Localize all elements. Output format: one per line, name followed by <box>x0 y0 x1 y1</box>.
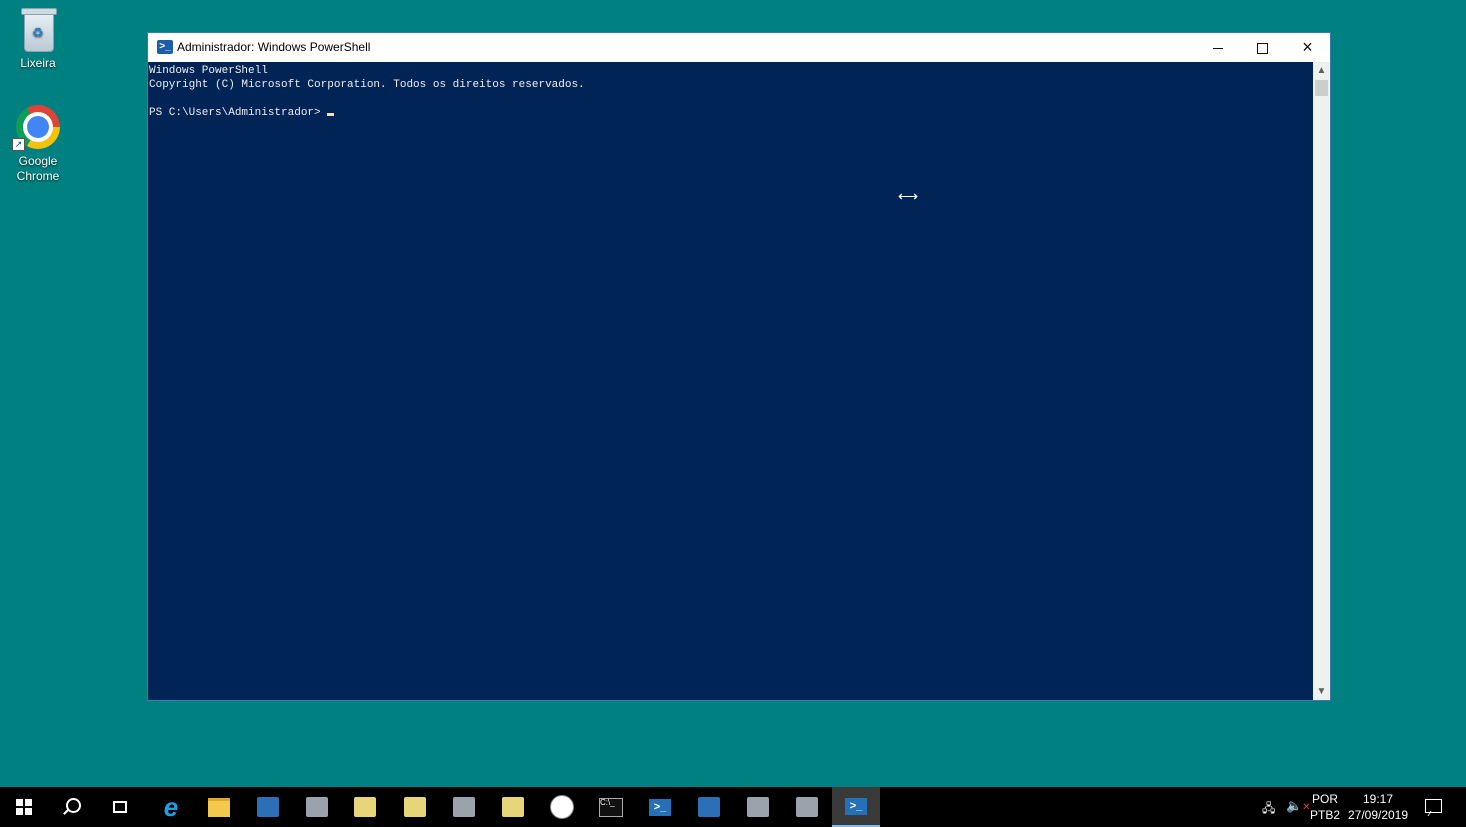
desktop-icon-label: Google Chrome <box>16 154 60 183</box>
taskbar-network[interactable] <box>293 787 341 827</box>
language-code: POR <box>1311 792 1338 806</box>
scroll-up-arrow-icon[interactable]: ▲ <box>1313 62 1330 79</box>
system-clock[interactable]: 19:17 27/09/2019 <box>1344 791 1412 823</box>
network-disconnected-icon[interactable]: 🖧 <box>1262 799 1278 815</box>
console-output[interactable]: Windows PowerShell Copyright (C) Microsof… <box>148 62 1313 700</box>
server-manager-icon <box>257 797 279 817</box>
console-prompt-line: PS C:\Users\Administrador> <box>149 106 1313 120</box>
clock-date: 27/09/2019 <box>1347 808 1409 822</box>
window-title: Administrador: Windows PowerShell <box>177 40 371 54</box>
command-prompt-icon: C:\_ <box>599 797 623 817</box>
maximize-icon <box>1257 43 1268 55</box>
desktop-icon-lixeira[interactable]: ♻ Lixeira <box>0 6 76 71</box>
document-icon <box>404 797 426 817</box>
taskbar: e C:\_ >_ >_ 🖧 🔈✕ POR PTB2 19:17 27/09/2… <box>0 787 1466 827</box>
console-prompt: PS C:\Users\Administrador> <box>149 107 321 119</box>
taskbar-certificate-tool[interactable] <box>341 787 389 827</box>
search-button[interactable] <box>48 787 96 827</box>
taskbar-file-explorer[interactable] <box>195 787 243 827</box>
taskbar-command-prompt[interactable]: C:\_ <box>587 787 635 827</box>
minimize-button[interactable] <box>1195 33 1240 62</box>
clock-icon <box>550 795 574 819</box>
maximize-button[interactable] <box>1240 33 1285 62</box>
minimize-icon <box>1212 48 1223 50</box>
services-icon <box>747 797 769 817</box>
taskbar-internet-explorer[interactable]: e <box>147 787 195 827</box>
task-view-icon <box>113 801 127 813</box>
taskbar-clock-tool[interactable] <box>538 787 586 827</box>
windows-logo-icon <box>16 799 32 815</box>
internet-explorer-icon: e <box>163 792 179 822</box>
scroll-down-arrow-icon[interactable]: ▼ <box>1313 683 1330 700</box>
scroll-thumb[interactable] <box>1315 80 1328 96</box>
powershell-ise-icon: >_ <box>649 798 671 816</box>
recycle-bin-icon: ♻ <box>14 6 62 54</box>
search-icon <box>65 797 81 813</box>
console-line: Copyright (C) Microsoft Corporation. Tod… <box>149 79 585 91</box>
taskbar-remote-tool[interactable] <box>685 787 733 827</box>
taskbar-notes-tool[interactable] <box>391 787 439 827</box>
keyboard-layout: PTB2 <box>1309 808 1340 822</box>
close-icon: × <box>1302 37 1313 57</box>
start-button[interactable] <box>0 787 48 827</box>
clock-time: 19:17 <box>1362 792 1394 806</box>
taskbar-server-manager[interactable] <box>244 787 292 827</box>
taskbar-powershell-ise[interactable]: >_ <box>636 787 684 827</box>
folder-icon <box>208 797 230 817</box>
drive-icon <box>502 797 524 817</box>
shortcut-arrow-icon: ↗ <box>12 138 25 151</box>
window-titlebar[interactable]: >_ Administrador: Windows PowerShell × <box>148 33 1330 62</box>
certificate-icon <box>354 797 376 817</box>
resize-horizontal-cursor-icon: ⟷ <box>898 188 919 204</box>
firewall-icon <box>796 797 818 817</box>
taskbar-powershell-active[interactable]: >_ <box>832 787 880 827</box>
text-cursor <box>326 113 334 116</box>
volume-muted-icon[interactable]: 🔈✕ <box>1286 798 1311 814</box>
language-indicator[interactable]: POR PTB2 <box>1308 791 1342 823</box>
task-view-button[interactable] <box>96 787 144 827</box>
powershell-icon: >_ <box>845 797 867 815</box>
remote-icon <box>698 797 720 817</box>
desktop-icon-label: Lixeira <box>20 56 56 70</box>
network-icon <box>306 797 328 817</box>
console-line: Windows PowerShell <box>149 65 268 77</box>
chrome-icon: ↗ <box>12 104 62 152</box>
taskbar-firewall-tool[interactable] <box>783 787 831 827</box>
vertical-scrollbar[interactable]: ▲ ▼ <box>1313 62 1330 700</box>
taskbar-storage-tool[interactable] <box>489 787 537 827</box>
hierarchy-icon <box>453 797 475 817</box>
powershell-window[interactable]: >_ Administrador: Windows PowerShell × W… <box>147 32 1331 701</box>
powershell-icon: >_ <box>157 40 173 54</box>
taskbar-hierarchy-tool[interactable] <box>440 787 488 827</box>
close-button[interactable]: × <box>1285 33 1330 62</box>
taskbar-services-tool[interactable] <box>734 787 782 827</box>
action-center-icon[interactable] <box>1420 797 1446 817</box>
desktop-icon-google-chrome[interactable]: ↗ Google Chrome <box>0 104 76 184</box>
